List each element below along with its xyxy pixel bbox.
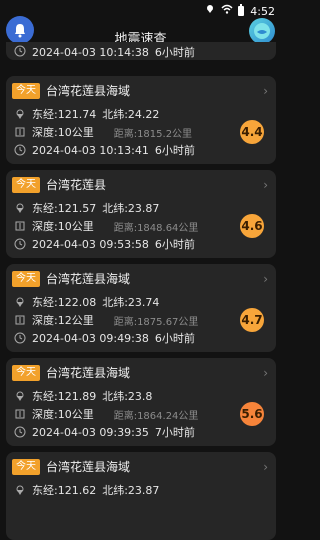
depth-icon (14, 220, 26, 232)
list-item[interactable]: 今天 台湾花莲县海域 › 东经:121.89 北纬:23.8 深度:10公里 距… (6, 358, 276, 446)
depth: 深度:10公里 (32, 126, 94, 139)
time-row: 2024-04-03 10:14:38 6小时前 (14, 44, 195, 60)
location-title: 台湾花莲县海域 (46, 366, 131, 380)
chevron-right-icon[interactable]: › (263, 366, 268, 380)
clock-icon (14, 144, 26, 156)
datetime: 2024-04-03 09:49:38 (32, 331, 149, 345)
card-header: 今天 台湾花莲县 (12, 176, 106, 193)
pin-icon (14, 390, 26, 402)
pin-icon (14, 108, 26, 120)
pin-icon (14, 296, 26, 308)
clock-icon (14, 238, 26, 250)
status-time: 4:52 (250, 5, 275, 18)
coords-row: 东经:121.62 北纬:23.87 (14, 482, 159, 498)
status-bar: 4:52 (0, 0, 281, 24)
depth-icon (14, 314, 26, 326)
magnitude-badge: 4.6 (240, 214, 264, 238)
today-badge: 今天 (12, 176, 40, 193)
magnitude-badge: 4.7 (240, 308, 264, 332)
depth-row: 深度:10公里 距离:1815.2公里 (14, 124, 192, 140)
status-icons (205, 4, 247, 16)
time-ago: 6小时前 (154, 144, 195, 157)
list-item[interactable]: 2024-04-03 10:14:38 6小时前 (6, 42, 276, 60)
today-badge: 今天 (12, 82, 40, 99)
card-header: 今天 台湾花莲县海域 (12, 364, 130, 381)
today-badge: 今天 (12, 270, 40, 287)
datetime: 2024-04-03 10:14:38 (32, 45, 149, 59)
time-ago: 6小时前 (154, 332, 195, 345)
globe-icon[interactable] (249, 18, 275, 44)
longitude: 东经:121.57 (32, 202, 97, 215)
location-title: 台湾花莲县海域 (46, 84, 131, 98)
latitude: 北纬:23.87 (102, 484, 160, 497)
card-header: 今天 台湾花莲县海域 (12, 270, 130, 287)
coords-row: 东经:122.08 北纬:23.74 (14, 294, 159, 310)
time-row: 2024-04-03 09:53:58 6小时前 (14, 236, 195, 252)
distance: 距离:1864.24公里 (113, 410, 199, 422)
distance: 距离:1815.2公里 (113, 128, 193, 140)
longitude: 东经:121.62 (32, 484, 97, 497)
datetime: 2024-04-03 09:53:58 (32, 237, 149, 251)
latitude: 北纬:24.22 (102, 108, 160, 121)
depth-icon (14, 126, 26, 138)
magnitude-badge: 5.6 (240, 402, 264, 426)
location-title: 台湾花莲县 (46, 178, 107, 192)
chevron-right-icon[interactable]: › (263, 460, 268, 474)
longitude: 东经:121.89 (32, 390, 97, 403)
time-row: 2024-04-03 09:39:35 7小时前 (14, 424, 195, 440)
location-title: 台湾花莲县海域 (46, 460, 131, 474)
today-badge: 今天 (12, 458, 40, 475)
depth-icon (14, 408, 26, 420)
clock-icon (14, 426, 26, 438)
today-badge: 今天 (12, 364, 40, 381)
depth: 深度:12公里 (32, 314, 94, 327)
clock-icon (14, 332, 26, 344)
distance: 距离:1848.64公里 (113, 222, 199, 234)
depth: 深度:10公里 (32, 408, 94, 421)
list-item[interactable]: 今天 台湾花莲县海域 › 东经:121.62 北纬:23.87 (6, 452, 276, 540)
battery-icon (237, 4, 247, 16)
longitude: 东经:121.74 (32, 108, 97, 121)
chevron-right-icon[interactable]: › (263, 178, 268, 192)
location-title: 台湾花莲县海域 (46, 272, 131, 286)
datetime: 2024-04-03 10:13:41 (32, 143, 149, 157)
depth-row: 深度:10公里 距离:1864.24公里 (14, 406, 198, 422)
magnitude-badge: 4.4 (240, 120, 264, 144)
list-item[interactable]: 今天 台湾花莲县海域 › 东经:122.08 北纬:23.74 深度:12公里 … (6, 264, 276, 352)
list-item[interactable]: 今天 台湾花莲县 › 东经:121.57 北纬:23.87 深度:10公里 距离… (6, 170, 276, 258)
list-item[interactable]: 今天 台湾花莲县海域 › 东经:121.74 北纬:24.22 深度:10公里 … (6, 76, 276, 164)
longitude: 东经:122.08 (32, 296, 97, 309)
coords-row: 东经:121.74 北纬:24.22 (14, 106, 159, 122)
coords-row: 东经:121.89 北纬:23.8 (14, 388, 152, 404)
wifi-icon (221, 4, 233, 14)
bell-icon[interactable] (6, 16, 34, 44)
pin-icon (14, 484, 26, 496)
chevron-right-icon[interactable]: › (263, 84, 268, 98)
card-header: 今天 台湾花莲县海域 (12, 458, 130, 475)
clock-icon (14, 45, 26, 60)
chevron-right-icon[interactable]: › (263, 272, 268, 286)
pin-icon (14, 202, 26, 214)
depth-row: 深度:10公里 距离:1848.64公里 (14, 218, 198, 234)
depth-row: 深度:12公里 距离:1875.67公里 (14, 312, 198, 328)
datetime: 2024-04-03 09:39:35 (32, 425, 149, 439)
distance: 距离:1875.67公里 (113, 316, 199, 328)
time-ago: 6小时前 (154, 46, 195, 59)
latitude: 北纬:23.8 (102, 390, 153, 403)
time-ago: 6小时前 (154, 238, 195, 251)
time-ago: 7小时前 (154, 426, 195, 439)
coords-row: 东经:121.57 北纬:23.87 (14, 200, 159, 216)
depth: 深度:10公里 (32, 220, 94, 233)
latitude: 北纬:23.74 (102, 296, 160, 309)
location-icon (205, 4, 215, 14)
card-header: 今天 台湾花莲县海域 (12, 82, 130, 99)
time-row: 2024-04-03 10:13:41 6小时前 (14, 142, 195, 158)
time-row: 2024-04-03 09:49:38 6小时前 (14, 330, 195, 346)
latitude: 北纬:23.87 (102, 202, 160, 215)
